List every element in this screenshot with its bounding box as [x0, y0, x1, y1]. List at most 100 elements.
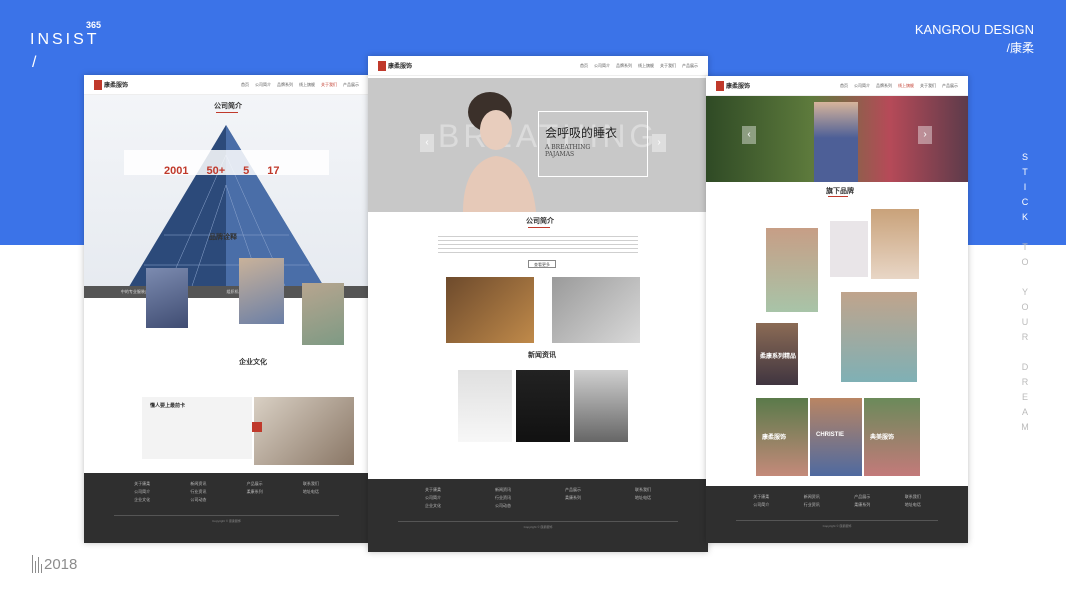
nav-item[interactable]: 产品展示	[682, 63, 698, 69]
vertical-slogan: STICKTOYOURDREAM	[1020, 150, 1030, 435]
nav-item[interactable]: 首页	[840, 83, 848, 89]
brand-photo[interactable]	[841, 292, 917, 382]
nav-item[interactable]: 品牌系列	[616, 63, 632, 69]
site-logo: 康柔服饰	[94, 79, 128, 90]
tower-banner	[84, 95, 369, 295]
brand-label: KANGROU DESIGN /康柔	[915, 22, 1034, 56]
nav-item[interactable]: 线上旗舰	[299, 82, 315, 88]
brand-subname: /康柔	[1006, 41, 1034, 55]
brand-photo[interactable]	[871, 209, 919, 279]
nav-item[interactable]: 公司简介	[854, 83, 870, 89]
vertical-letter: K	[1021, 212, 1028, 222]
vertical-letter: S	[1021, 152, 1028, 162]
nav-item[interactable]: 品牌系列	[277, 82, 293, 88]
brand-section-title: 品牌诠释	[209, 234, 237, 241]
mockup-brand-page: 康柔服饰 首页 公司简介 品牌系列 线上旗舰 关于我们 产品展示 ‹ › 旗下品…	[706, 76, 968, 543]
site-header: 康柔服饰 首页 公司简介 品牌系列 线上旗舰 关于我们 产品展示	[84, 75, 369, 95]
hero-banner: BREATHING 会呼吸的睡衣 A BREATHING PAJAMAS ‹ ›	[368, 78, 708, 212]
site-footer: 关于康柔 公司简介 企业文化 新闻资讯 行业资讯 公司动态 产品展示 柔康系列 联系我们地…	[84, 473, 369, 543]
news-photo[interactable]	[574, 370, 628, 442]
more-button[interactable]: 查看更多	[528, 260, 556, 268]
brand-photo[interactable]: 柔康系列精品	[756, 323, 798, 385]
photo-model	[302, 283, 344, 345]
vertical-letter: Y	[1021, 287, 1028, 297]
vertical-letter: U	[1021, 317, 1029, 327]
brand-photo[interactable]	[766, 228, 818, 312]
vertical-letter: T	[1022, 242, 1028, 252]
news-title: 新闻资讯	[528, 352, 556, 359]
brand-caption: 典美服饰	[870, 435, 895, 441]
brand-photo[interactable]: CHRISTIE	[810, 398, 862, 476]
nav-item[interactable]: 关于我们	[920, 83, 936, 89]
brand-caption: CHRISTIE	[816, 432, 845, 438]
site-logo: 康柔服饰	[378, 60, 412, 71]
site-header: 康柔服饰 首页 公司简介 品牌系列 线上旗舰 关于我们 产品展示	[368, 56, 708, 76]
year-mark: 2018	[32, 555, 77, 573]
year-text: 2018	[44, 556, 78, 573]
photo-model	[552, 277, 640, 343]
hero-subtitle-line: PAJAMAS	[545, 151, 575, 158]
nav-item[interactable]: 品牌系列	[876, 83, 892, 89]
insist-superscript: 365	[86, 20, 102, 30]
photo-model	[146, 268, 188, 328]
vertical-letter	[1020, 270, 1030, 285]
vertical-letter: M	[1021, 422, 1029, 432]
presentation-slide: INSIST 365 / KANGROU DESIGN /康柔 STICKTOY…	[0, 0, 1066, 600]
about-text	[438, 236, 638, 254]
news-photo[interactable]	[516, 370, 570, 442]
next-arrow-icon[interactable]: ›	[652, 134, 666, 152]
nav-item[interactable]: 产品展示	[942, 83, 958, 89]
brand-photo[interactable]: 康柔服饰	[756, 398, 808, 476]
brand-caption: 康柔服饰	[762, 435, 787, 441]
bars-icon	[32, 555, 42, 573]
insist-title: INSIST	[30, 31, 100, 48]
photo-model	[446, 277, 534, 343]
prev-arrow-icon[interactable]: ‹	[742, 126, 756, 144]
quote-card: 懂人要上最前卡	[142, 397, 252, 459]
section-title: 公司简介	[214, 103, 242, 110]
hero-text-box: 会呼吸的睡衣 A BREATHING PAJAMAS	[538, 111, 648, 177]
hero-title: 会呼吸的睡衣	[545, 126, 618, 140]
stat-value: 17	[267, 165, 280, 177]
about-title: 公司简介	[526, 218, 554, 225]
vertical-letter: R	[1021, 332, 1029, 342]
red-arrow-icon[interactable]	[252, 422, 262, 432]
insist-slash: /	[32, 54, 37, 71]
nav-item[interactable]: 线上旗舰	[898, 83, 914, 89]
vertical-letter: C	[1021, 197, 1029, 207]
brand-title: 旗下品牌	[826, 188, 854, 195]
site-footer: 关于康柔 公司简介 新闻资讯 行业资讯 产品展示 柔康系列 联系我们 地址电话 Copy…	[706, 486, 968, 543]
brand-photo[interactable]	[830, 221, 868, 277]
vertical-letter: D	[1021, 362, 1029, 372]
stat-value: 5	[243, 165, 250, 177]
vertical-letter: T	[1022, 167, 1028, 177]
title-underline	[828, 196, 848, 197]
nav-item[interactable]: 首页	[241, 82, 249, 88]
mockup-home-page: 康柔服饰 首页 公司简介 品牌系列 线上旗舰 关于我们 产品展示 BREATHI…	[368, 56, 708, 552]
culture-section-title: 企业文化	[239, 359, 267, 366]
vertical-letter: E	[1021, 392, 1028, 402]
vertical-letter: I	[1023, 182, 1027, 192]
photo-writing-hand	[254, 397, 354, 465]
site-logo: 康柔服饰	[716, 80, 750, 91]
vertical-letter: A	[1021, 407, 1028, 417]
nav-item[interactable]: 关于我们	[660, 63, 676, 69]
site-footer: 关于康柔 公司简介 企业文化 新闻资讯 行业资讯 公司动态 产品展示 柔康系列 联系我们地…	[368, 479, 708, 552]
site-nav: 首页 公司简介 品牌系列 线上旗舰 关于我们 产品展示	[840, 83, 958, 89]
stat-value: 2001	[164, 165, 189, 177]
brand-name: KANGROU DESIGN	[914, 22, 1034, 37]
stats-row: 2001 50+ 5 17	[164, 165, 280, 177]
hero-model	[814, 102, 858, 182]
nav-item[interactable]: 首页	[580, 63, 588, 69]
quote-title: 懂人要上最前卡	[150, 403, 186, 409]
brand-photo[interactable]: 典美服饰	[864, 398, 920, 476]
title-underline	[528, 227, 550, 228]
prev-arrow-icon[interactable]: ‹	[420, 134, 434, 152]
nav-item[interactable]: 关于我们	[321, 82, 337, 88]
next-arrow-icon[interactable]: ›	[918, 126, 932, 144]
nav-item[interactable]: 公司简介	[255, 82, 271, 88]
nav-item[interactable]: 产品展示	[343, 82, 359, 88]
nav-item[interactable]: 公司简介	[594, 63, 610, 69]
news-photo[interactable]	[458, 370, 512, 442]
nav-item[interactable]: 线上旗舰	[638, 63, 654, 69]
